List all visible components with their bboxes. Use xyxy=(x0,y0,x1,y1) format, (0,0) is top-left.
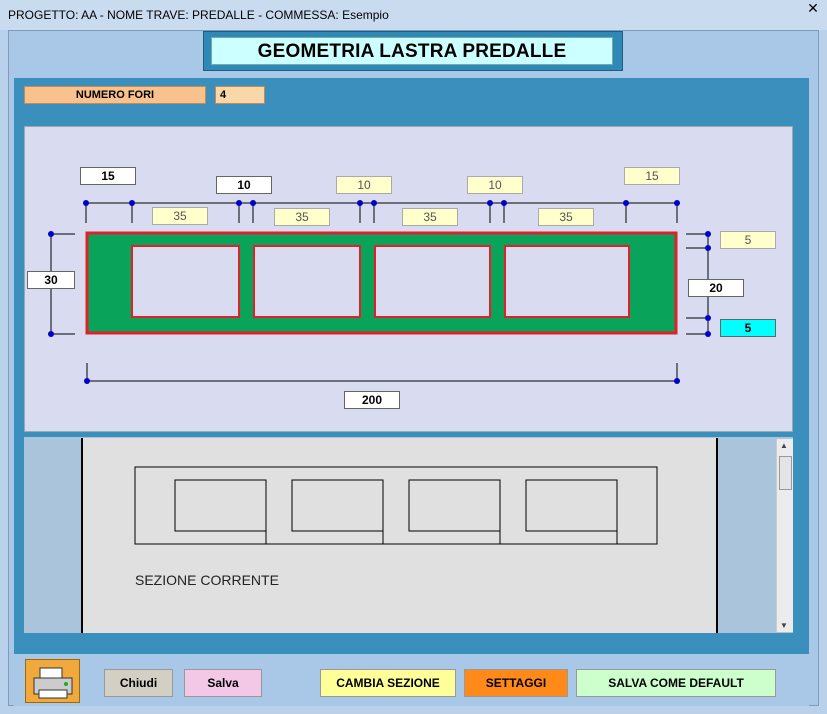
dim-hole-3[interactable]: 35 xyxy=(402,208,458,226)
dim-right-mid[interactable]: 20 xyxy=(688,279,744,297)
hole-shape xyxy=(253,245,361,318)
dim-hole-2[interactable]: 35 xyxy=(274,208,330,226)
dim-top-right[interactable]: 15 xyxy=(624,167,680,185)
dim-right-top[interactable]: 5 xyxy=(720,231,776,249)
cambia-sezione-button[interactable]: CAMBIA SEZIONE xyxy=(320,669,456,697)
dim-hole-4[interactable]: 35 xyxy=(538,208,594,226)
settaggi-button[interactable]: SETTAGGI xyxy=(464,669,568,697)
scroll-thumb[interactable] xyxy=(779,456,792,490)
printer-icon xyxy=(33,667,73,699)
hole-shape xyxy=(374,245,491,318)
dim-top-spacing-1[interactable]: 10 xyxy=(216,176,272,194)
dim-top-spacing-2[interactable]: 10 xyxy=(336,176,392,194)
hole-shape xyxy=(131,245,240,318)
dim-hole-1[interactable]: 35 xyxy=(152,207,208,225)
dim-top-left[interactable]: 15 xyxy=(80,167,136,185)
scroll-down-icon[interactable]: ▼ xyxy=(780,621,788,630)
dim-top-spacing-3[interactable]: 10 xyxy=(467,176,523,194)
hole-shape xyxy=(504,245,630,318)
scrollbar[interactable]: ▲ ▼ xyxy=(776,439,793,632)
print-button[interactable] xyxy=(25,659,80,703)
dim-width[interactable]: 200 xyxy=(344,391,400,409)
salva-button[interactable]: Salva xyxy=(184,669,262,697)
scroll-up-icon[interactable]: ▲ xyxy=(780,441,788,450)
section-canvas xyxy=(81,438,718,633)
salva-default-button[interactable]: SALVA COME DEFAULT xyxy=(576,669,776,697)
dim-height[interactable]: 30 xyxy=(27,271,75,289)
dim-right-bottom[interactable]: 5 xyxy=(720,319,776,337)
chiudi-button[interactable]: Chiudi xyxy=(104,669,173,697)
section-label: SEZIONE CORRENTE xyxy=(135,572,279,588)
